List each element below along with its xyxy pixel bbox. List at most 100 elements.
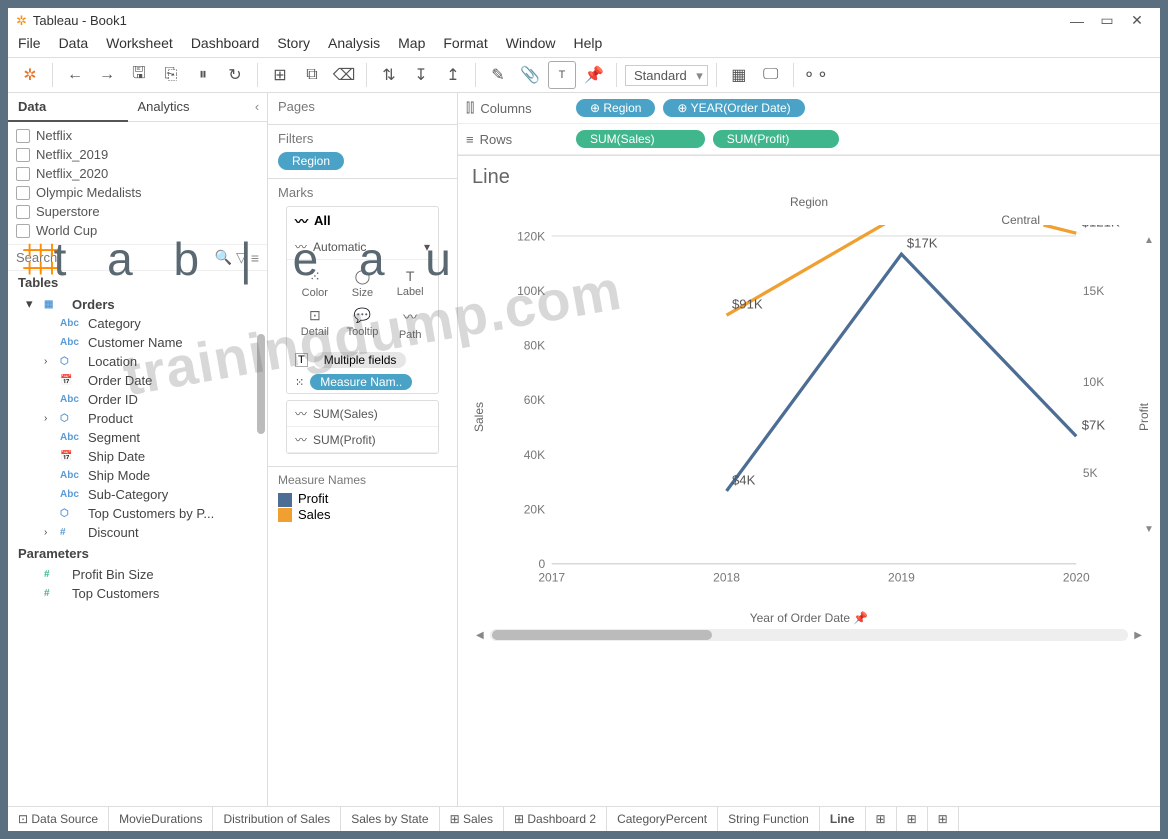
sort-asc-button[interactable]: ↧ <box>407 61 435 89</box>
col-pill[interactable]: ⊕ Region <box>576 99 655 117</box>
sheet-tab[interactable]: MovieDurations <box>109 807 213 831</box>
sheet-tab[interactable]: ⊞ Dashboard 2 <box>504 807 607 831</box>
sort-desc-button[interactable]: ↥ <box>439 61 467 89</box>
share-button[interactable]: ⚬⚬ <box>802 61 830 89</box>
sheet-tab[interactable]: ⊡ Data Source <box>8 807 109 831</box>
new-sheet-button[interactable]: ⊞ <box>266 61 294 89</box>
menu-worksheet[interactable]: Worksheet <box>106 35 173 51</box>
totals-button[interactable]: T <box>548 61 576 89</box>
menu-file[interactable]: File <box>18 35 41 51</box>
field-item[interactable]: AbcCategory <box>8 314 267 333</box>
legend-item[interactable]: Profit <box>278 491 447 507</box>
field-item[interactable]: AbcSub-Category <box>8 485 267 504</box>
filter-icon[interactable]: ▽ <box>236 249 247 266</box>
datasource-item[interactable]: Netflix <box>16 126 259 145</box>
field-item[interactable]: ⬡Top Customers by P... <box>8 504 267 523</box>
marks-sum-profit[interactable]: 〰SUM(Profit) <box>287 427 438 453</box>
filter-pill-region[interactable]: Region <box>278 152 344 170</box>
parameter-item[interactable]: #Top Customers <box>8 584 267 603</box>
maximize-button[interactable]: ▭ <box>1092 12 1122 29</box>
parameter-item[interactable]: #Profit Bin Size <box>8 565 267 584</box>
field-item[interactable]: 📅Ship Date <box>8 447 267 466</box>
filters-shelf[interactable]: Filters Region <box>268 125 457 179</box>
field-item[interactable]: ›⬡Location <box>8 352 267 371</box>
rows-shelf[interactable]: ≡Rows SUM(Sales)SUM(Profit) <box>458 124 1160 155</box>
field-item[interactable]: AbcSegment <box>8 428 267 447</box>
scroll-up-icon[interactable]: ▲ <box>1144 235 1154 246</box>
sheet-tab[interactable]: ⊞ Sales <box>440 807 504 831</box>
scroll-left-icon[interactable]: ◀ <box>476 630 484 641</box>
back-button[interactable]: ← <box>61 61 89 89</box>
new-story-icon[interactable]: ⊞ <box>928 807 959 831</box>
menu-analysis[interactable]: Analysis <box>328 35 380 51</box>
new-dashboard-icon[interactable]: ⊞ <box>897 807 928 831</box>
menu-format[interactable]: Format <box>443 35 487 51</box>
presentation-button[interactable]: 🖵 <box>757 61 785 89</box>
list-view-icon[interactable]: ≡ <box>251 250 259 266</box>
col-pill[interactable]: ⊕ YEAR(Order Date) <box>663 99 804 117</box>
show-cards-button[interactable]: ▦ <box>725 61 753 89</box>
pill-measure-names[interactable]: Measure Nam.. <box>310 374 412 390</box>
minimize-button[interactable]: — <box>1062 13 1092 29</box>
highlight-button[interactable]: ✎ <box>484 61 512 89</box>
sheet-tab[interactable]: Sales by State <box>341 807 439 831</box>
duplicate-button[interactable]: ⧉ <box>298 61 326 89</box>
close-button[interactable]: ✕ <box>1122 12 1152 29</box>
pin-button[interactable]: 📌 <box>580 61 608 89</box>
mark-color[interactable]: ⁙Color <box>291 264 339 303</box>
forward-button[interactable]: → <box>93 61 121 89</box>
sheet-tab[interactable]: CategoryPercent <box>607 807 718 831</box>
menu-help[interactable]: Help <box>574 35 603 51</box>
marks-sum-sales[interactable]: 〰SUM(Sales) <box>287 401 438 427</box>
sheet-tab[interactable]: String Function <box>718 807 820 831</box>
vertical-scrollbar[interactable] <box>257 334 265 434</box>
fit-select[interactable]: Standard <box>625 65 708 86</box>
legend-item[interactable]: Sales <box>278 507 447 523</box>
search-icon[interactable]: 🔍 <box>215 249 232 266</box>
new-data-button[interactable]: ⎘ <box>157 61 185 89</box>
menu-map[interactable]: Map <box>398 35 425 51</box>
mark-tooltip[interactable]: 💬Tooltip <box>339 303 387 345</box>
clear-button[interactable]: ⌫ <box>330 61 358 89</box>
field-item[interactable]: AbcCustomer Name <box>8 333 267 352</box>
tableau-logo-icon[interactable]: ✲ <box>16 61 44 89</box>
menu-dashboard[interactable]: Dashboard <box>191 35 260 51</box>
scroll-right-icon[interactable]: ▶ <box>1134 630 1142 641</box>
h-scrollbar[interactable] <box>490 629 1129 641</box>
datasource-item[interactable]: Netflix_2019 <box>16 145 259 164</box>
swap-button[interactable]: ⇅ <box>375 61 403 89</box>
pages-shelf[interactable]: Pages <box>268 93 457 125</box>
datasource-item[interactable]: World Cup <box>16 221 259 240</box>
data-tab[interactable]: Data <box>8 93 128 122</box>
field-item[interactable]: ›⬡Product <box>8 409 267 428</box>
field-item[interactable]: 📅Order Date <box>8 371 267 390</box>
columns-shelf[interactable]: ⫿⫿Columns ⊕ Region⊕ YEAR(Order Date) <box>458 93 1160 124</box>
search-input[interactable] <box>16 250 211 265</box>
analytics-tab[interactable]: Analytics <box>128 93 248 122</box>
collapse-panel-button[interactable]: ‹ <box>247 93 267 122</box>
mark-size[interactable]: ◯Size <box>339 264 387 303</box>
horizontal-scroll[interactable]: ◀ ▶ <box>468 625 1150 645</box>
datasource-item[interactable]: Netflix_2020 <box>16 164 259 183</box>
refresh-button[interactable]: ↻ <box>221 61 249 89</box>
new-worksheet-icon[interactable]: ⊞ <box>866 807 897 831</box>
menu-window[interactable]: Window <box>506 35 556 51</box>
pill-multiple-fields[interactable]: Multiple fields <box>314 352 407 368</box>
save-button[interactable]: 🖫 <box>125 61 153 89</box>
field-item[interactable]: AbcShip Mode <box>8 466 267 485</box>
datasource-item[interactable]: Olympic Medalists <box>16 183 259 202</box>
menu-story[interactable]: Story <box>277 35 310 51</box>
sheet-tab[interactable]: Line <box>820 807 866 831</box>
sheet-tab[interactable]: Distribution of Sales <box>213 807 341 831</box>
mark-type-select[interactable]: 〰Automatic▾ <box>287 234 438 260</box>
field-item[interactable]: AbcOrder ID <box>8 390 267 409</box>
datasource-item[interactable]: Superstore <box>16 202 259 221</box>
field-item[interactable]: ›#Discount <box>8 523 267 542</box>
group-button[interactable]: 📎 <box>516 61 544 89</box>
scroll-down-icon[interactable]: ▼ <box>1144 524 1154 535</box>
marks-all-header[interactable]: 〰All <box>287 207 438 234</box>
mark-path[interactable]: 〰Path <box>386 303 434 345</box>
chart[interactable]: Region Central Sales Profit Year of Orde… <box>468 195 1150 625</box>
row-pill[interactable]: SUM(Sales) <box>576 130 705 148</box>
mark-label[interactable]: TLabel <box>386 264 434 303</box>
